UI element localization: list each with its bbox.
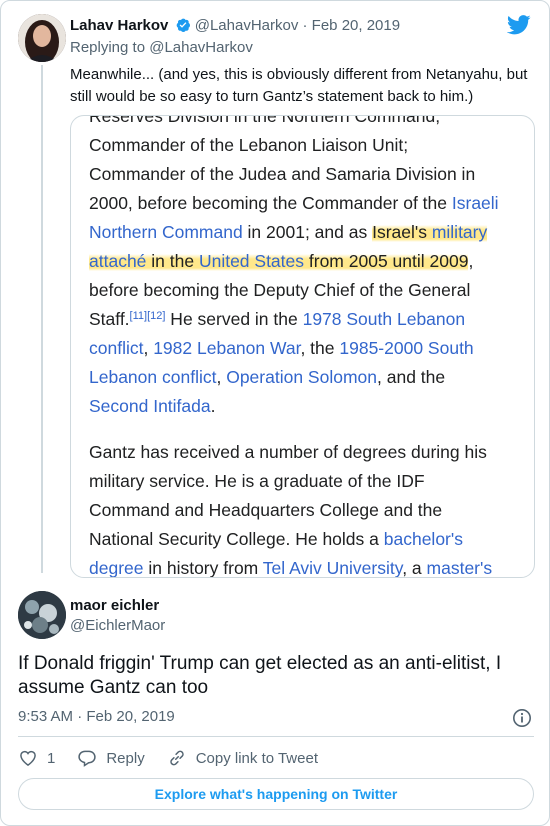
avatar-maor-eichler[interactable]: [18, 591, 66, 639]
like-count: 1: [47, 749, 56, 767]
info-icon[interactable]: [512, 708, 532, 728]
explore-twitter-button[interactable]: Explore what's happening on Twitter: [18, 778, 534, 810]
main-tweet-text: If Donald friggin' Trump can get elected…: [18, 653, 502, 698]
reply-button[interactable]: Reply: [77, 748, 145, 768]
parent-handle-date[interactable]: @LahavHarkov · Feb 20, 2019: [195, 17, 400, 34]
main-author-handle[interactable]: @EichlerMaor: [70, 617, 165, 634]
divider: [18, 736, 534, 737]
wiki-paragraph-1: Reserves Division in the Northern Comman…: [89, 115, 499, 416]
avatar-lahav-harkov[interactable]: [18, 14, 66, 62]
wiki-paragraph-2: Gantz has received a number of degrees d…: [89, 442, 493, 578]
tweet-timestamp[interactable]: 9:53 AM · Feb 20, 2019: [18, 708, 175, 725]
main-author-name[interactable]: maor eichler: [70, 597, 159, 614]
verified-badge-icon: [175, 17, 191, 33]
twitter-bird-icon[interactable]: [506, 15, 531, 35]
copy-link-button[interactable]: Copy link to Tweet: [167, 748, 318, 768]
wikipedia-excerpt: Reserves Division in the Northern Comman…: [89, 115, 509, 578]
heart-icon: [20, 750, 36, 766]
parent-tweet-text: Meanwhile... (and yes, this is obviously…: [70, 66, 528, 105]
parent-author-name[interactable]: Lahav Harkov: [70, 17, 168, 34]
link-icon: [170, 750, 184, 766]
reply-icon: [78, 750, 97, 767]
thread-line: [41, 65, 43, 573]
like-button[interactable]: 1: [18, 748, 55, 768]
copy-link-label: Copy link to Tweet: [195, 749, 318, 767]
tweet-actions: 1 Reply Copy link to Tweet: [18, 746, 340, 770]
parent-tweet-header: Lahav Harkov @LahavHarkov · Feb 20, 2019: [70, 17, 400, 34]
reply-label: Reply: [106, 749, 145, 767]
embedded-tweet-card: Lahav Harkov @LahavHarkov · Feb 20, 2019…: [0, 0, 550, 826]
replying-to-label[interactable]: Replying to @LahavHarkov: [70, 39, 253, 56]
tweet-image[interactable]: Reserves Division in the Northern Comman…: [70, 115, 535, 578]
